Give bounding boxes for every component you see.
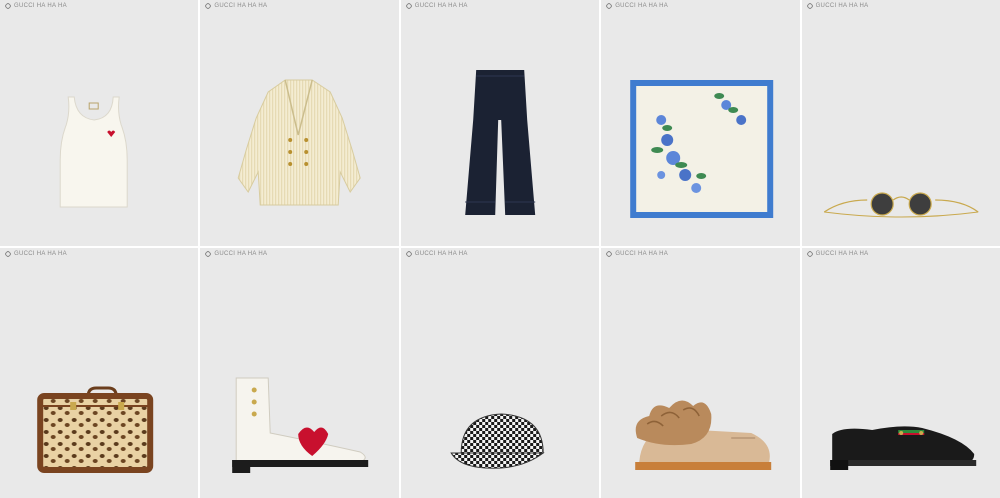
floral-scarf-icon — [630, 80, 774, 218]
product-card-scarf[interactable]: GUCCI HA HA HA — [601, 0, 800, 246]
leopard-suitcase-icon — [37, 386, 154, 473]
trousers-icon — [464, 70, 535, 215]
product-card-blazer[interactable]: GUCCI HA HA HA — [200, 0, 399, 246]
product-card-tank-top[interactable]: GUCCI HA HA HA — [0, 0, 199, 246]
product-card-cap[interactable]: GUCCI HA HA HA — [400, 248, 600, 498]
product-grid: GUCCI HA HA HA GUCCI HA HA HA GUCCI HA H… — [0, 0, 1000, 498]
heart-boot-icon — [232, 377, 369, 473]
product-card-fur-shoe[interactable]: GUCCI HA HA HA — [601, 248, 800, 498]
tank-top-icon — [59, 96, 128, 208]
product-card-loafer[interactable]: GUCCI HA HA HA — [801, 248, 1000, 498]
product-card-sunglasses[interactable]: GUCCI HA HA HA — [801, 0, 1000, 246]
fur-shoe-icon — [635, 400, 772, 470]
sunglasses-icon — [823, 192, 979, 218]
product-card-boot[interactable]: GUCCI HA HA HA — [200, 248, 399, 498]
houndstooth-cap-icon — [450, 413, 545, 469]
product-card-trousers[interactable]: GUCCI HA HA HA — [400, 0, 600, 246]
loafer-icon — [829, 426, 976, 470]
product-card-suitcase[interactable]: GUCCI HA HA HA — [0, 248, 199, 498]
blazer-icon — [238, 79, 362, 206]
